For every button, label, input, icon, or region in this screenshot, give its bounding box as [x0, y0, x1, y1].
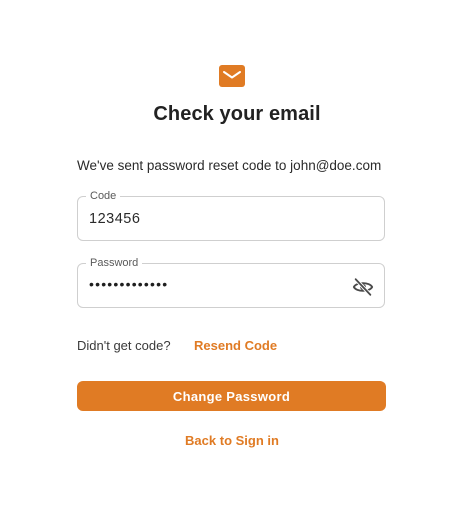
code-field[interactable]: Code 123456	[77, 189, 385, 241]
reset-code-message: We've sent password reset code to john@d…	[77, 158, 382, 173]
password-field[interactable]: Password •••••••••••••	[77, 256, 385, 308]
password-field-label: Password	[86, 256, 143, 270]
code-field-label: Code	[86, 189, 121, 203]
page-title: Check your email	[153, 103, 321, 125]
change-password-button[interactable]: Change Password	[77, 381, 386, 411]
resend-prompt: Didn't get code?	[77, 338, 171, 353]
resend-code-link[interactable]: Resend Code	[194, 338, 277, 353]
mail-icon	[219, 65, 245, 87]
resend-row: Didn't get code? Resend Code	[77, 338, 277, 353]
code-field-value[interactable]: 123456	[89, 211, 140, 227]
password-field-value[interactable]: •••••••••••••	[89, 276, 168, 292]
back-to-sign-in-link[interactable]: Back to Sign in	[0, 433, 464, 448]
eye-off-icon[interactable]	[352, 276, 374, 298]
